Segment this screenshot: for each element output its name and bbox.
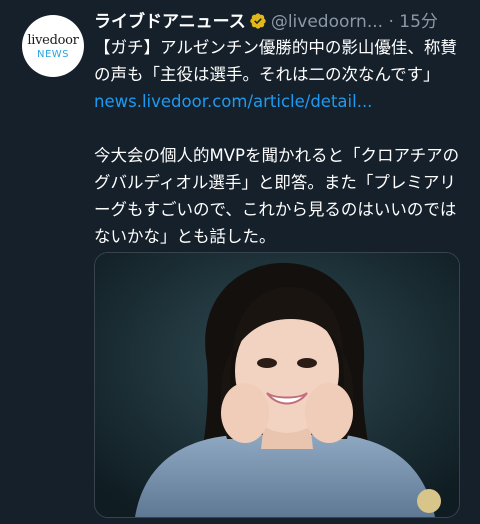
tweet-card[interactable]: livedoor NEWS ライブドアニュース @livedoorn... · 1… (0, 0, 480, 524)
tweet-photo[interactable] (94, 252, 460, 518)
tweet-header: ライブドアニュース @livedoorn... · 15分 (94, 10, 474, 34)
tweet-paragraph-headline: 【ガチ】アルゼンチン優勝的中の影山優佳、称賛の声も「主役は選手。それは二の次なん… (94, 38, 457, 84)
separator-dot: · (388, 12, 394, 32)
display-name[interactable]: ライブドアニュース (94, 12, 246, 32)
timestamp[interactable]: 15分 (399, 12, 438, 32)
article-link[interactable]: news.livedoor.com/article/detail... (94, 92, 372, 111)
tweet-paragraph-body: 今大会の個人的MVPを聞かれると「クロアチアのグバルディオル選手」と即答。また「… (94, 146, 460, 246)
avatar-logo-text: livedoor (27, 33, 79, 48)
tweet-text: 【ガチ】アルゼンチン優勝的中の影山優佳、称賛の声も「主役は選手。それは二の次なん… (94, 34, 466, 250)
avatar-logo-subtext: NEWS (36, 49, 70, 60)
avatar[interactable]: livedoor NEWS (22, 15, 84, 77)
user-handle[interactable]: @livedoorn... (271, 12, 383, 32)
